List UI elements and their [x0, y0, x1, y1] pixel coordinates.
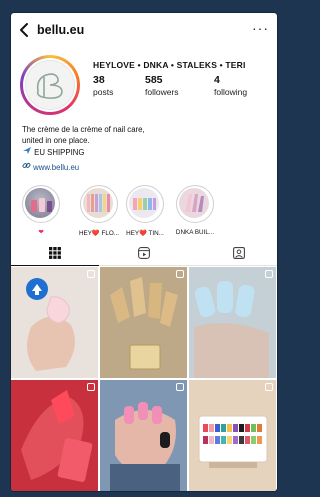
story-highlights: ❤ HEY❤️ FLO... HEY❤️ TIN... DNKA BUIL...	[19, 185, 269, 237]
content-tabs	[11, 241, 277, 266]
posts-label: posts	[93, 87, 114, 97]
tab-reels[interactable]	[100, 245, 188, 265]
highlight-item[interactable]: HEY❤️ TIN...	[123, 185, 167, 237]
reels-icon	[138, 247, 150, 259]
link-icon	[22, 162, 31, 168]
highlight-item[interactable]: HEY❤️ FLO...	[77, 185, 121, 237]
shipping-line: EU SHIPPING	[22, 146, 267, 159]
followers-label: followers	[145, 87, 179, 97]
highlight-label: HEY❤️ FLO...	[78, 230, 120, 237]
highlight-label: ❤	[38, 229, 44, 236]
bellu-logo-mark-icon	[36, 73, 63, 99]
posts-count[interactable]: 38 posts	[93, 74, 113, 97]
nail-swatches-image	[87, 194, 110, 212]
airplane-icon	[23, 147, 31, 154]
reel-badge-icon	[87, 270, 95, 278]
bellu-logo	[25, 60, 75, 110]
tab-posts-grid[interactable]	[11, 245, 99, 266]
highlight-thumbnail	[179, 188, 209, 218]
highlight-item[interactable]: DNKA BUIL...	[173, 185, 217, 236]
reel-badge-icon	[87, 383, 95, 391]
tab-tagged[interactable]	[189, 245, 277, 265]
highlight-label: DNKA BUIL...	[175, 229, 215, 236]
post-thumbnail[interactable]	[189, 267, 276, 378]
following-value: 4	[214, 74, 220, 86]
pink-black-nails-photo	[100, 380, 187, 491]
profile-bio: The crème de la crème of nail care, unit…	[22, 125, 267, 173]
back-arrow-icon[interactable]	[17, 22, 31, 38]
color-palette-image	[133, 198, 156, 210]
website-url: www.bellu.eu	[33, 162, 80, 172]
highlight-thumbnail	[83, 188, 113, 218]
top-bar: bellu.eu ···	[11, 13, 277, 47]
followers-value: 585	[145, 74, 163, 86]
highlight-thumbnail	[25, 188, 55, 218]
posts-value: 38	[93, 74, 105, 86]
red-nails-photo	[11, 380, 98, 491]
bio-line: united in one place.	[22, 135, 90, 145]
nail-polish-bottles-image	[31, 198, 52, 212]
post-thumbnail[interactable]	[100, 380, 187, 491]
color-swatch-display-photo	[189, 380, 276, 491]
post-thumbnail[interactable]	[11, 267, 98, 378]
glitter-nails-photo	[100, 267, 187, 378]
blue-nails-photo	[189, 267, 276, 378]
reel-badge-icon	[265, 270, 273, 278]
following-label: following	[214, 87, 248, 97]
posts-grid	[11, 267, 277, 491]
more-options-icon[interactable]: ···	[252, 20, 269, 36]
bio-line: The crème de la crème of nail care,	[22, 125, 145, 134]
post-thumbnail[interactable]	[11, 380, 98, 491]
grid-icon	[49, 247, 61, 259]
pink-manicure-photo	[11, 267, 98, 378]
highlight-item[interactable]: ❤	[19, 185, 63, 236]
website-link[interactable]: www.bellu.eu	[22, 161, 267, 174]
reel-badge-icon	[176, 270, 184, 278]
builder-gel-image	[185, 194, 204, 212]
tagged-icon	[233, 247, 245, 259]
followers-count[interactable]: 585 followers	[145, 74, 179, 97]
username-title: bellu.eu	[37, 23, 85, 37]
reel-badge-icon	[265, 383, 273, 391]
highlight-label: HEY❤️ TIN...	[126, 230, 164, 237]
display-name: HEYLOVE • DNKA • STALEKS • TERI	[93, 60, 246, 70]
shipping-text: EU SHIPPING	[34, 148, 85, 157]
reel-badge-icon	[176, 383, 184, 391]
post-thumbnail[interactable]	[100, 267, 187, 378]
following-count[interactable]: 4 following	[214, 74, 247, 97]
highlight-thumbnail	[129, 188, 159, 218]
instagram-profile-screen: bellu.eu ··· HEYLOVE • DNKA • STALEKS • …	[11, 13, 277, 491]
profile-avatar[interactable]	[20, 55, 80, 115]
post-thumbnail[interactable]	[189, 380, 276, 491]
